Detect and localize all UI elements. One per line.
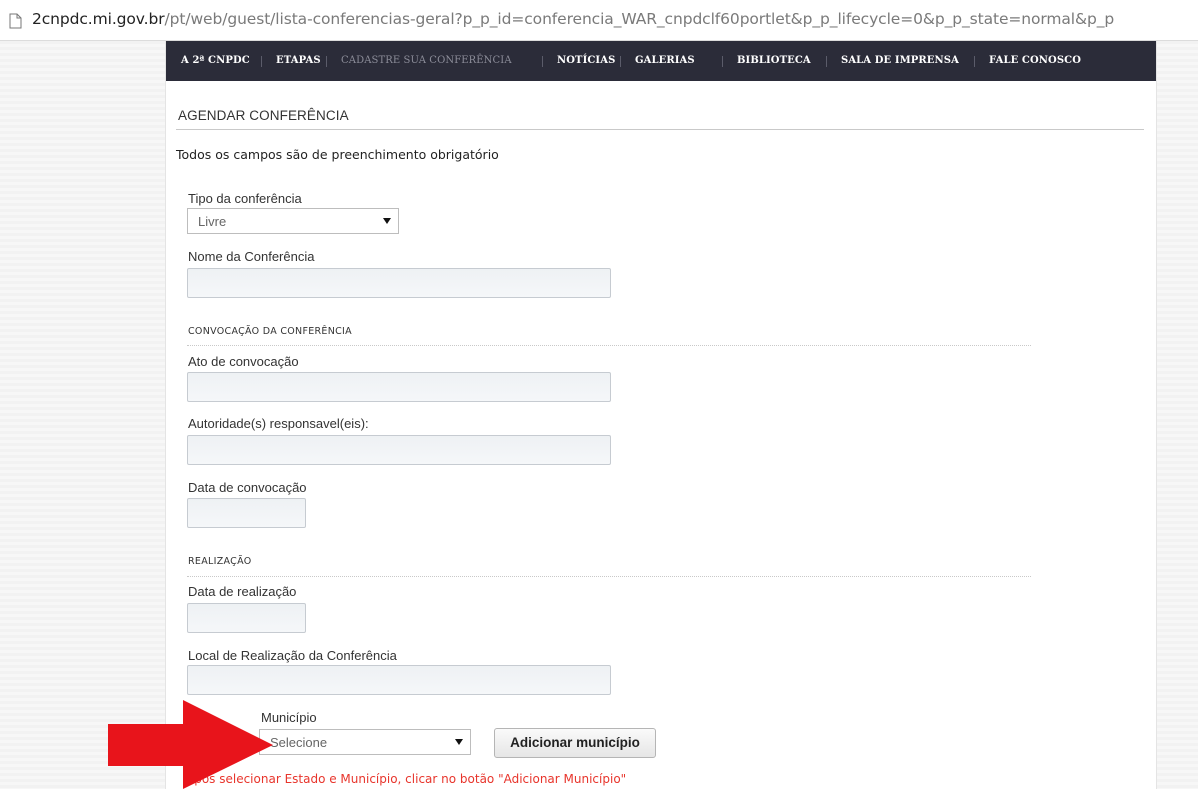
nav-separator [326,56,327,67]
nav-item-galerias[interactable]: GALERIAS [635,55,695,66]
tipo-label: Tipo da conferência [188,191,302,206]
required-note: Todos os campos são de preenchimento obr… [176,147,499,162]
convocacao-section-heading: CONVOCAÇÃO DA CONFERÊNCIA [188,326,352,337]
url-path: /pt/web/guest/lista-conferencias-geral?p… [164,10,1115,28]
section-divider [187,345,1031,346]
title-divider [176,129,1144,130]
nav-separator [826,56,827,67]
nav-separator [542,56,543,67]
url-host: 2cnpdc.mi.gov.br [32,10,165,28]
add-municipio-button[interactable]: Adicionar município [494,728,656,758]
nome-input[interactable] [187,268,611,298]
url-text[interactable]: 2cnpdc.mi.gov.br/pt/web/guest/lista-conf… [32,10,1114,28]
data-convocacao-input[interactable] [187,498,306,528]
nav-item-sala-de-imprensa[interactable]: SALA DE IMPRENSA [841,55,959,66]
page-title: AGENDAR CONFERÊNCIA [178,108,349,123]
tipo-select-value: Livre [198,214,227,229]
section-divider [187,576,1031,577]
nav-separator [620,56,621,67]
tipo-select[interactable]: Livre [187,208,399,234]
nav-separator [722,56,723,67]
municipio-select[interactable]: Selecione [259,729,471,755]
ato-input[interactable] [187,372,611,402]
nav-separator [974,56,975,67]
page-container: A 2ª CNPDC ETAPAS CADASTRE SUA CONFERÊNC… [165,41,1157,789]
data-realizacao-label: Data de realização [188,584,297,599]
data-convocacao-label: Data de convocação [188,480,307,495]
ato-label: Ato de convocação [188,354,299,369]
local-input[interactable] [187,665,611,695]
chevron-down-icon [455,739,463,745]
red-arrow-icon [108,700,273,789]
page-icon [9,13,22,29]
top-navigation: A 2ª CNPDC ETAPAS CADASTRE SUA CONFERÊNC… [166,41,1156,81]
nav-item-noticias[interactable]: NOTÍCIAS [557,55,615,66]
autoridade-input[interactable] [187,435,611,465]
nav-item-a-2-cnpdc[interactable]: A 2ª CNPDC [181,55,250,66]
browser-url-bar[interactable]: 2cnpdc.mi.gov.br/pt/web/guest/lista-conf… [0,0,1198,41]
municipio-select-value: Selecione [270,735,328,750]
realizacao-section-heading: REALIZAÇÃO [188,556,252,567]
nav-item-biblioteca[interactable]: BIBLIOTECA [737,55,811,66]
nav-item-etapas[interactable]: ETAPAS [276,55,321,66]
autoridade-label: Autoridade(s) responsavel(eis): [188,416,369,431]
local-label: Local de Realização da Conferência [188,648,397,663]
chevron-down-icon [383,218,391,224]
nav-item-fale-conosco[interactable]: FALE CONOSCO [989,55,1081,66]
nome-label: Nome da Conferência [188,249,315,264]
data-realizacao-input[interactable] [187,603,306,633]
nav-item-cadastre[interactable]: CADASTRE SUA CONFERÊNCIA [341,55,512,66]
nav-separator [261,56,262,67]
